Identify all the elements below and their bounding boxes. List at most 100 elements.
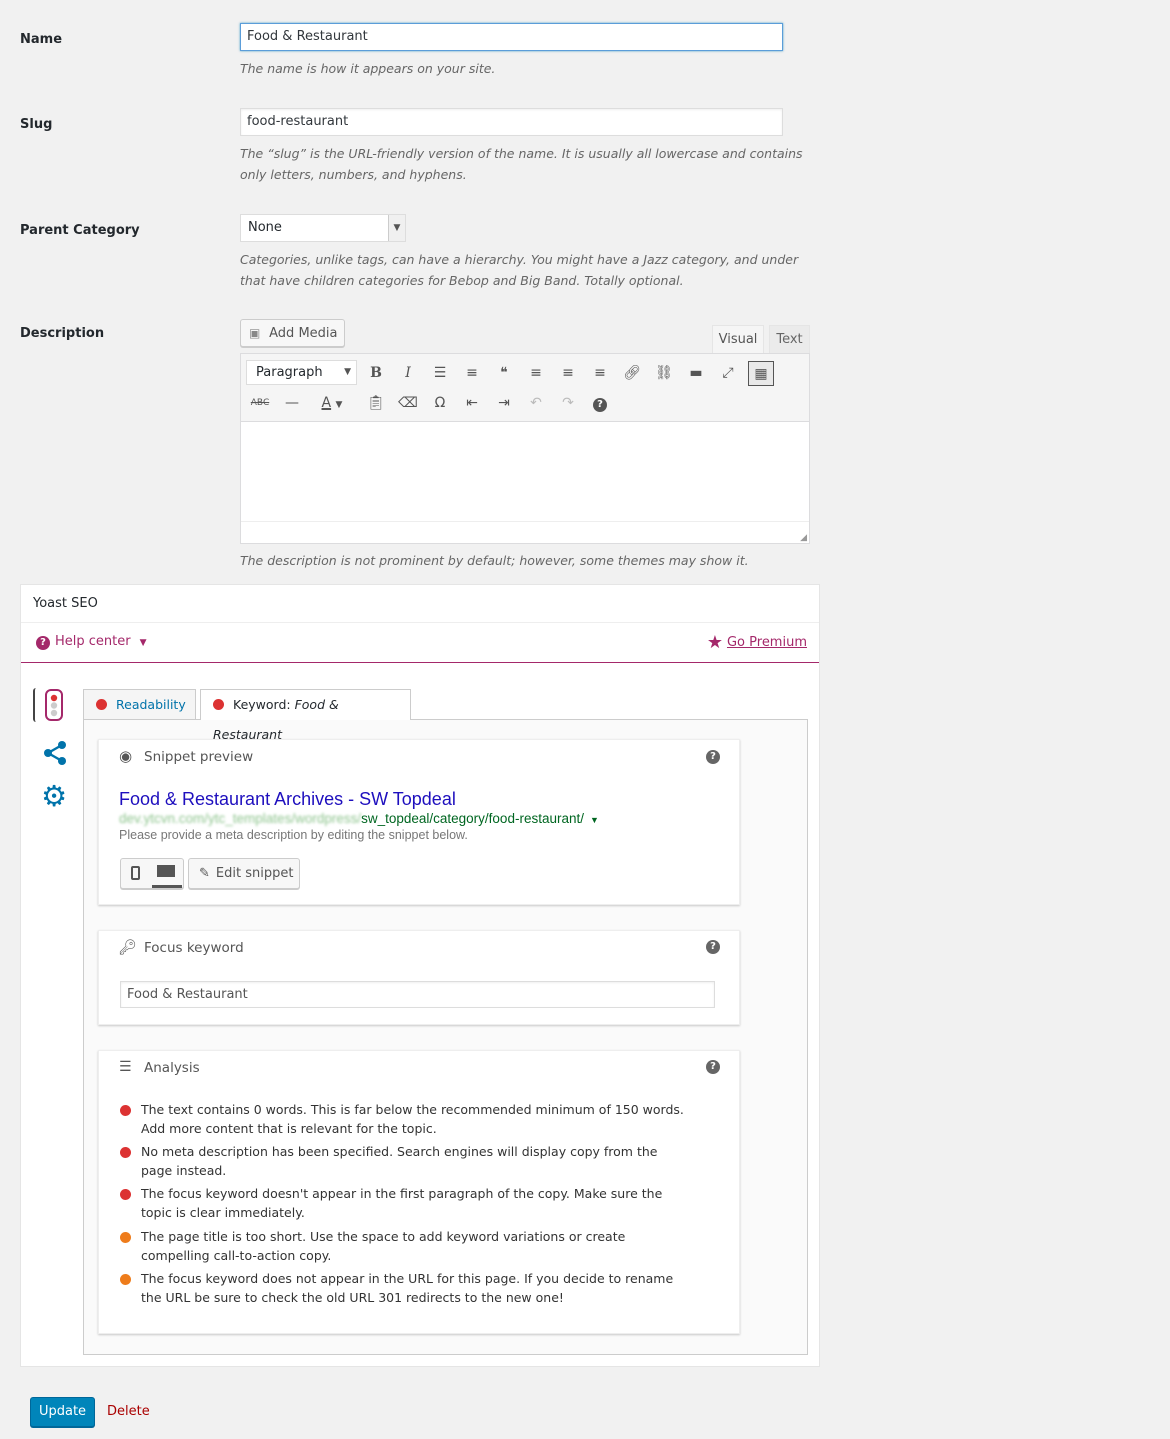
outdent-icon[interactable]: ⇤ [460,391,484,415]
analysis-help-icon[interactable]: ? [706,1060,720,1074]
slug-label: Slug [20,117,53,132]
name-label: Name [20,32,63,47]
chevron-down-icon: ▼ [344,367,351,377]
device-toggle [120,858,184,889]
parent-category-label: Parent Category [20,223,140,238]
tab-visual[interactable]: Visual [712,325,764,354]
text-color-icon[interactable]: A ▼ [312,391,352,415]
analysis-item: The text contains 0 words. This is far b… [141,1102,684,1136]
yoast-title: Yoast SEO [33,596,98,611]
paste-text-icon[interactable]: 📋︎ [364,391,388,415]
tab-text[interactable]: Text [769,325,810,353]
snippet-url[interactable]: dev.ytcvn.com/ytc_templates/wordpress/sw… [119,811,599,826]
clear-formatting-icon[interactable]: ⌫ [396,391,420,415]
bold-icon[interactable]: B [364,361,388,385]
tab-readability[interactable]: Readability [83,689,196,719]
read-more-icon[interactable]: ▬ [684,361,708,385]
name-input[interactable]: Food & Restaurant [240,23,783,51]
edit-snippet-label: Edit snippet [215,866,294,881]
resize-handle-icon[interactable]: ◢ [800,533,807,543]
indent-icon[interactable]: ⇥ [492,391,516,415]
align-center-icon[interactable]: ≡ [556,361,580,385]
fullscreen-icon[interactable]: ⤢ [716,361,740,385]
add-media-label: Add Media [269,326,338,341]
focus-keyword-help-icon[interactable]: ? [706,940,720,954]
analysis-item: The page title is too short. Use the spa… [141,1229,626,1263]
help-icon[interactable]: ? [588,391,612,415]
redo-icon[interactable]: ↷ [556,391,580,415]
focus-keyword-input[interactable]: Food & Restaurant [120,981,715,1008]
parent-category-help: Categories, unlike tags, can have a hier… [240,252,799,288]
analysis-heading: Analysis [144,1060,200,1076]
snippet-url-blurred: dev.ytcvn.com/ytc_templates/wordpress/ [119,811,362,826]
align-left-icon[interactable]: ≡ [524,361,548,385]
strikethrough-icon[interactable]: ABC [248,391,272,415]
keyword-status-dot [213,699,224,710]
analysis-item: The focus keyword does not appear in the… [141,1271,674,1305]
focus-keyword-section: 🔑︎ Focus keyword ? Food & Restaurant [98,930,740,1025]
horizontal-line-icon[interactable]: — [280,391,304,415]
gear-icon[interactable]: ⚙ [41,781,67,811]
tab-readability-label: Readability [116,697,186,712]
eye-icon: ◉ [119,747,133,765]
pencil-icon: ✎ [199,866,210,881]
numbered-list-icon[interactable]: ≡ [460,361,484,385]
update-button[interactable]: Update [30,1397,95,1427]
blockquote-icon[interactable]: ❝ [492,361,516,385]
tab-keyword[interactable]: Keyword: Food & Restaurant [200,689,411,742]
analysis-ok-dot [120,1274,131,1285]
description-editor: Paragraph ▼ B I ☰ ≡ ❝ ≡ ≡ ≡ 🔗︎ ⛓ ▬ ⤢ ▦ ABC — A ▼ 📋︎ ⌫ Ω ⇤ ⇥… [240,353,810,544]
special-character-icon[interactable]: Ω [428,391,452,415]
description-help: The description is not prominent by defa… [240,553,749,568]
editor-content-area[interactable] [241,421,809,522]
focus-keyword-heading: Focus keyword [144,940,244,956]
bullet-list-icon[interactable]: ☰ [428,361,452,385]
parent-category-select[interactable]: None ▼ [240,214,406,242]
key-icon: 🔑︎ [118,938,138,956]
slug-input[interactable]: food-restaurant [240,108,783,136]
delete-link[interactable]: Delete [107,1404,150,1419]
help-center-label: Help center [55,634,131,649]
snippet-title[interactable]: Food & Restaurant Archives - SW Topdeal [119,789,456,810]
snippet-meta: Please provide a meta description by edi… [119,828,468,842]
format-select[interactable]: Paragraph ▼ [246,360,357,385]
snippet-help-icon[interactable]: ? [706,750,720,764]
undo-icon[interactable]: ↶ [524,391,548,415]
align-right-icon[interactable]: ≡ [588,361,612,385]
description-label: Description [20,326,105,341]
chevron-down-icon: ▼ [388,215,405,241]
analysis-item: No meta description has been specified. … [141,1144,658,1178]
readability-status-dot [96,699,107,710]
share-icon[interactable] [43,740,69,766]
media-icon: ▣ [249,326,261,340]
add-media-button[interactable]: ▣ Add Media [240,319,345,347]
list-icon: ☰ [119,1059,132,1075]
yoast-seo-metabox: Yoast SEO ? Help center ▼ ★ Go Premium ⚙ Re… [20,584,820,1367]
link-icon[interactable]: 🔗︎ [620,361,644,385]
go-premium-label: Go Premium [726,635,807,650]
traffic-light-icon [45,689,63,721]
analysis-bad-dot [120,1105,131,1116]
format-select-value: Paragraph [256,365,323,380]
unlink-icon[interactable]: ⛓ [652,361,676,385]
snippet-preview-heading: Snippet preview [144,749,254,765]
italic-icon[interactable]: I [396,361,420,385]
editor-statusbar: ◢ [241,522,809,543]
question-icon: ? [36,636,50,650]
toolbar-toggle-icon[interactable]: ▦ [748,361,774,386]
traffic-light-tab[interactable] [33,688,67,722]
mobile-icon[interactable] [131,866,140,880]
snippet-url-path: sw_topdeal/category/food-restaurant/ [361,811,584,826]
slug-help: The “slug” is the URL-friendly version o… [240,146,803,182]
help-center-toggle[interactable]: ? Help center ▼ [36,634,147,650]
analysis-ok-dot [120,1232,131,1243]
snippet-preview-section: ◉ Snippet preview ? Food & Restaurant Ar… [98,739,740,905]
go-premium-link[interactable]: ★ Go Premium [707,632,807,653]
edit-snippet-button[interactable]: ✎ Edit snippet [188,858,300,889]
tab-keyword-prefix: Keyword: [233,697,291,712]
desktop-icon[interactable] [157,865,175,877]
caret-down-icon: ▼ [589,815,599,825]
parent-category-value: None [248,220,282,235]
name-help: The name is how it appears on your site. [240,61,496,76]
analysis-item: The focus keyword doesn't appear in the … [141,1186,663,1220]
